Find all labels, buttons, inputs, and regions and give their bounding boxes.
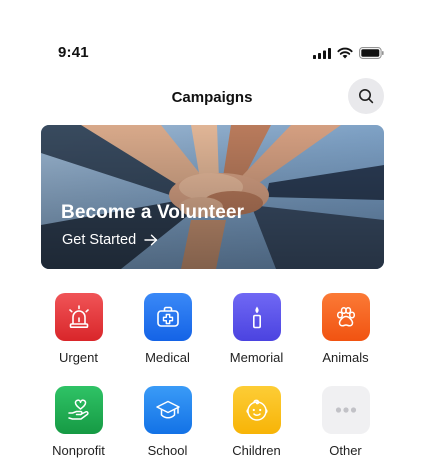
search-icon [359,89,374,104]
get-started-label: Get Started [62,232,137,248]
category-label: Medical [145,350,190,365]
category-tile [54,386,103,434]
get-started-link[interactable]: Get Started [62,232,158,248]
category-tile [232,386,281,434]
category-memorial[interactable]: Memorial [214,293,299,365]
category-grid: Urgent Medical Memorial Animals Nonprofi… [36,293,388,458]
status-time: 9:41 [58,44,89,61]
arrow-right-icon [144,234,158,246]
candle-icon [252,306,261,329]
cellular-signal-icon [313,47,331,59]
category-label: Other [329,443,362,458]
category-tile [54,293,103,341]
graduation-cap-icon [155,400,180,419]
volunteer-banner[interactable]: Become a Volunteer Get Started [41,125,384,269]
more-dots-icon [335,407,356,413]
category-children[interactable]: Children [214,386,299,458]
category-tile [143,293,192,341]
category-tile [321,293,370,341]
category-tile [232,293,281,341]
category-label: Children [232,443,281,458]
category-animals[interactable]: Animals [303,293,388,365]
wifi-icon [337,47,353,59]
category-tile [321,386,370,434]
child-face-icon [245,399,268,421]
category-tile [143,386,192,434]
category-other[interactable]: Other [303,386,388,458]
category-urgent[interactable]: Urgent [36,293,121,365]
category-label: Urgent [58,350,99,365]
status-bar: 9:41 [0,42,424,66]
medical-kit-icon [156,306,179,327]
category-label: Animals [322,350,369,365]
category-medical[interactable]: Medical [125,293,210,365]
category-label: School [147,443,188,458]
banner-title: Become a Volunteer [61,202,245,223]
siren-icon [68,305,89,329]
hand-heart-icon [67,399,89,420]
status-icons [313,47,384,59]
category-nonprofit[interactable]: Nonprofit [36,386,121,458]
category-school[interactable]: School [125,386,210,458]
category-label: Memorial [229,350,284,365]
paw-icon [336,306,355,327]
category-label: Nonprofit [52,443,105,458]
header: Campaigns [0,78,424,114]
battery-icon [359,47,384,59]
search-button[interactable] [348,78,384,114]
